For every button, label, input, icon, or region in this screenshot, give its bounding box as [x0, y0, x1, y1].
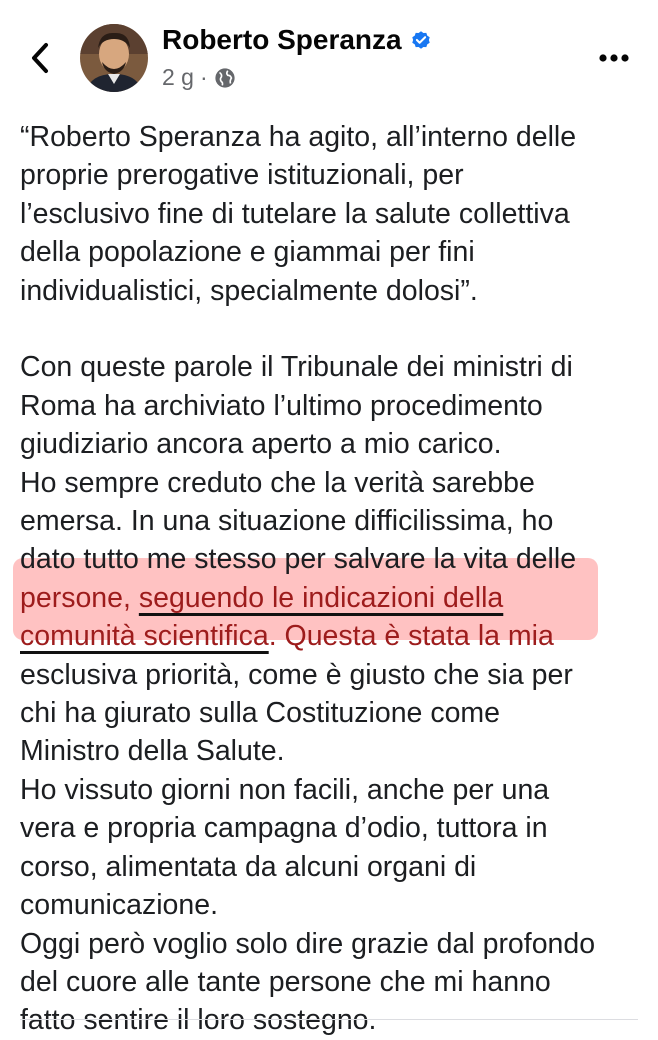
- divider: [20, 1019, 638, 1020]
- post-text: “Roberto Speranza ha agito, all’interno …: [20, 118, 640, 1040]
- author-name[interactable]: Roberto Speranza: [162, 24, 402, 56]
- highlighted-line: persone, seguendo le indicazioni della: [20, 579, 640, 617]
- avatar[interactable]: [80, 24, 148, 92]
- author-name-row[interactable]: Roberto Speranza: [162, 24, 432, 56]
- post-header: Roberto Speranza 2 g ·: [0, 0, 658, 110]
- highlighted-line: comunità scientifica. Questa è stata la …: [20, 617, 640, 655]
- more-horizontal-icon: [599, 54, 629, 62]
- body-line: dato tutto me stesso per salvare la vita…: [20, 543, 577, 576]
- body-line: fatto sentire il loro sostegno.: [20, 1004, 377, 1037]
- body-line: Ministro della Salute.: [20, 735, 285, 768]
- meta-separator: ·: [199, 64, 208, 90]
- body-line: Oggi però voglio solo dire grazie dal pr…: [20, 927, 596, 960]
- body-line: chi ha giurato sulla Costituzione come: [20, 697, 501, 730]
- avatar-photo: [80, 24, 148, 92]
- back-button[interactable]: [24, 40, 56, 76]
- body-line: comunicazione.: [20, 889, 219, 922]
- body-line: Ho sempre creduto che la verità sarebbe: [20, 466, 535, 499]
- body-line: Ho vissuto giorni non facili, anche per …: [20, 773, 550, 806]
- quote-line: della popolazione e giammai per fini: [20, 236, 475, 269]
- post-meta: 2 g ·: [162, 64, 236, 91]
- underlined-text: seguendo le indicazioni della: [138, 581, 504, 614]
- body-line: del cuore alle tante persone che mi hann…: [20, 965, 551, 998]
- quote-line: “Roberto Speranza ha agito, all’interno …: [20, 121, 577, 153]
- highlighted-text: persone,: [20, 581, 139, 614]
- quote-line: l’esclusivo fine di tutelare la salute c…: [20, 197, 570, 230]
- body-line: esclusiva priorità, come è giusto che si…: [20, 658, 573, 691]
- globe-icon: [215, 67, 235, 88]
- body-line: vera e propria campagna d’odio, tuttora …: [20, 812, 548, 845]
- body-line: Con queste parole il Tribunale dei minis…: [20, 351, 573, 384]
- more-options-button[interactable]: [594, 48, 634, 68]
- body-line: Roma ha archiviato l’ultimo procedimento: [20, 389, 543, 422]
- underlined-text: comunità scientifica: [20, 620, 269, 653]
- body-line: corso, alimentata da alcuni organi di: [20, 850, 477, 883]
- body-line: emersa. In una situazione difficilissima…: [20, 505, 554, 538]
- quote-line: proprie prerogative istituzionali, per: [20, 159, 464, 192]
- post-time[interactable]: 2 g: [162, 64, 194, 91]
- highlighted-text: . Questa è stata la mia: [268, 620, 554, 653]
- chevron-left-icon: [32, 43, 48, 73]
- body-line: giudiziario ancora aperto a mio carico.: [20, 428, 502, 461]
- verified-badge-icon: [411, 31, 430, 49]
- quote-line: individualistici, specialmente dolosi”.: [20, 274, 478, 307]
